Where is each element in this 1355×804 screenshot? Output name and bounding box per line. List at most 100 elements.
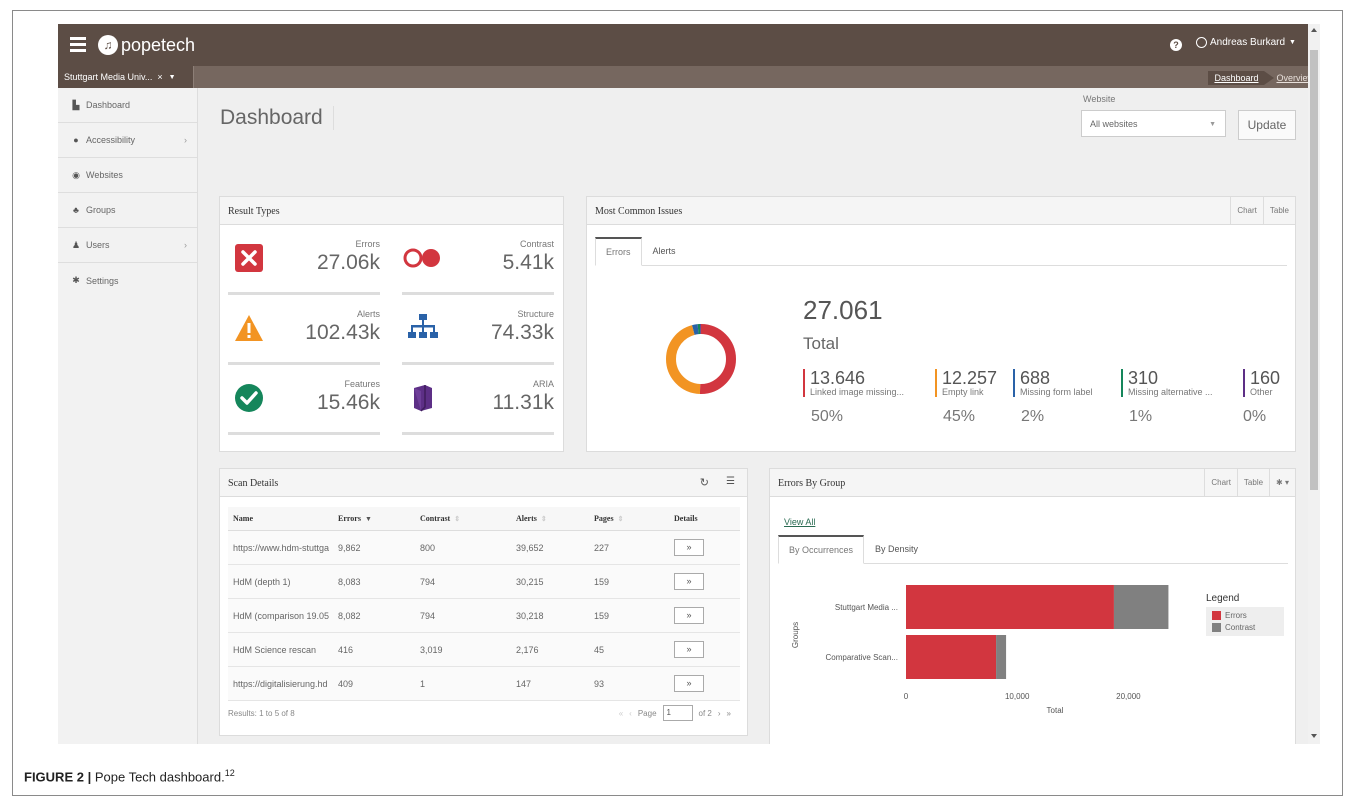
app-logo[interactable]: ♫ popetech [98, 34, 195, 56]
issue-stat-missing-alternative[interactable]: 310 Missing alternative ... [1121, 369, 1213, 397]
results-count: Results: 1 to 5 of 8 [228, 709, 295, 718]
table-view-button[interactable]: Table [1262, 197, 1295, 224]
tab-errors[interactable]: Errors [595, 237, 642, 266]
column-header-pages[interactable]: Pages ⇕ [589, 507, 669, 531]
page-number-input[interactable]: 1 [662, 705, 693, 721]
divider [228, 362, 380, 365]
table-header-row: Name Errors ▼ Contrast ⇕ Alerts ⇕ Pages ⇕ De… [228, 507, 740, 531]
sidebar-item-accessibility[interactable]: ● Accessibility › [58, 123, 197, 158]
result-type-errors[interactable]: Errors 27.06k [228, 233, 380, 303]
next-page-icon[interactable]: › [718, 709, 721, 718]
issue-stat-empty-link[interactable]: 12.257 Empty link [935, 369, 997, 397]
scrollbar-thumb[interactable] [1310, 50, 1318, 490]
table-row: HdM Science rescan 416 3,019 2,176 45 » [228, 632, 740, 667]
chart-view-button[interactable]: Chart [1230, 197, 1263, 224]
cell-details: » [669, 666, 740, 701]
panel-title: Most Common Issues Chart Table [587, 197, 1295, 225]
panel-title-text: Errors By Group [778, 478, 846, 489]
user-icon: ♟ [71, 239, 81, 250]
warning-triangle-icon [235, 315, 263, 341]
tab-by-occurrences[interactable]: By Occurrences [778, 535, 865, 564]
sidebar-item-settings[interactable]: ✱ Settings [58, 263, 197, 298]
details-button[interactable]: » [674, 641, 704, 658]
cell-name[interactable]: https://www.hdm-stuttga [228, 530, 333, 565]
tab-alerts[interactable]: Alerts [642, 237, 687, 266]
issue-stat-linked-image[interactable]: 13.646 Linked image missing... [803, 369, 904, 397]
brand-name: popetech [121, 34, 196, 55]
settings-gear-icon[interactable]: ✱ ▾ [1269, 469, 1295, 496]
prev-page-icon[interactable]: ‹ [629, 709, 632, 718]
issue-stat-missing-form-label[interactable]: 688 Missing form label [1013, 369, 1093, 397]
cell-name[interactable]: https://digitalisierung.hd [228, 666, 333, 701]
cell-name[interactable]: HdM (comparison 19.05 [228, 598, 333, 633]
cell-details: » [669, 598, 740, 633]
column-header-errors[interactable]: Errors ▼ [333, 507, 415, 531]
scroll-down-icon[interactable] [1311, 734, 1317, 738]
caret-down-icon[interactable]: ▼ [169, 74, 176, 81]
issue-percent: 2% [1021, 408, 1045, 425]
sidebar-item-groups[interactable]: ♣ Groups [58, 193, 197, 228]
legend-item-errors[interactable]: Errors [1212, 611, 1278, 620]
details-button[interactable]: » [674, 573, 704, 590]
issue-percent: 50% [811, 408, 844, 425]
details-button[interactable]: » [674, 675, 704, 692]
caret-down-icon: ▼ [1289, 39, 1296, 46]
sidebar-item-users[interactable]: ♟ Users › [58, 228, 197, 263]
sidebar-item-websites[interactable]: ◉ Websites [58, 158, 197, 193]
sort-icon: ⇕ [617, 515, 624, 523]
table-view-button[interactable]: Table [1236, 469, 1269, 496]
panel-title: Errors By Group Chart Table ✱ ▾ [770, 469, 1295, 497]
vertical-scrollbar[interactable] [1308, 24, 1320, 744]
y-axis-label: Groups [791, 622, 800, 648]
breadcrumb-dashboard[interactable]: Dashboard [1208, 71, 1275, 85]
result-type-label: Structure [517, 309, 554, 319]
result-type-contrast[interactable]: Contrast 5.41k [402, 233, 554, 303]
result-type-features[interactable]: Features 15.46k [228, 373, 380, 443]
x-tick-label: 20,000 [1116, 692, 1141, 701]
column-header-contrast[interactable]: Contrast ⇕ [415, 507, 511, 531]
table-row: HdM (depth 1) 8,083 794 30,215 159 » [228, 564, 740, 599]
scroll-up-icon[interactable] [1311, 28, 1317, 32]
column-header-name[interactable]: Name [228, 507, 333, 531]
panel-title: Scan Details ↻ ☰ [220, 469, 747, 497]
column-header-alerts[interactable]: Alerts ⇕ [511, 507, 589, 531]
help-icon[interactable]: ? [1170, 39, 1182, 51]
checkmark-circle-icon [235, 384, 263, 412]
website-filter-select[interactable]: All websites ▼ [1081, 110, 1226, 137]
website-selector[interactable]: Stuttgart Media Univ... × ▼ [58, 66, 194, 88]
list-view-icon[interactable]: ☰ [726, 476, 735, 487]
last-page-icon[interactable]: » [727, 709, 731, 718]
chart-icon: ▙ [72, 99, 80, 110]
details-button[interactable]: » [674, 607, 704, 624]
cell-name[interactable]: HdM Science rescan [228, 632, 333, 667]
legend-item-contrast[interactable]: Contrast [1212, 623, 1278, 632]
structure-tree-icon [408, 314, 438, 338]
most-common-issues-panel: Most Common Issues Chart Table Errors Al… [586, 196, 1296, 452]
chart-view-button[interactable]: Chart [1204, 469, 1237, 496]
cell-name[interactable]: HdM (depth 1) [228, 564, 333, 599]
details-button[interactable]: » [674, 539, 704, 556]
hamburger-menu-icon[interactable] [70, 37, 86, 52]
legend-label: Contrast [1225, 623, 1256, 632]
close-icon[interactable]: × [157, 72, 162, 82]
cell-pages: 227 [589, 530, 669, 565]
globe-icon: ◉ [72, 169, 80, 180]
issue-percent: 1% [1129, 408, 1153, 425]
divider [402, 432, 554, 435]
sidebar-item-dashboard[interactable]: ▙ Dashboard [58, 88, 197, 123]
refresh-icon[interactable]: ↻ [700, 476, 709, 489]
result-type-structure[interactable]: Structure 74.33k [402, 303, 554, 373]
view-all-link[interactable]: View All [784, 517, 815, 527]
result-type-alerts[interactable]: Alerts 102.43k [228, 303, 380, 373]
user-account-icon [1196, 37, 1207, 48]
first-page-icon[interactable]: « [619, 709, 623, 718]
tab-by-density[interactable]: By Density [864, 535, 929, 564]
cell-pages: 45 [589, 632, 669, 667]
result-type-aria[interactable]: ARIA 11.31k [402, 373, 554, 443]
issue-count: 12.257 [942, 368, 998, 388]
result-types-panel: Result Types Errors 27.06k Contrast 5.41… [219, 196, 564, 452]
breadcrumb: Dashboard Overview [1208, 71, 1314, 85]
user-menu[interactable]: Andreas Burkard ▼ [1196, 37, 1296, 48]
update-button[interactable]: Update [1238, 110, 1296, 140]
issue-stat-other[interactable]: 160 Other [1243, 369, 1280, 397]
